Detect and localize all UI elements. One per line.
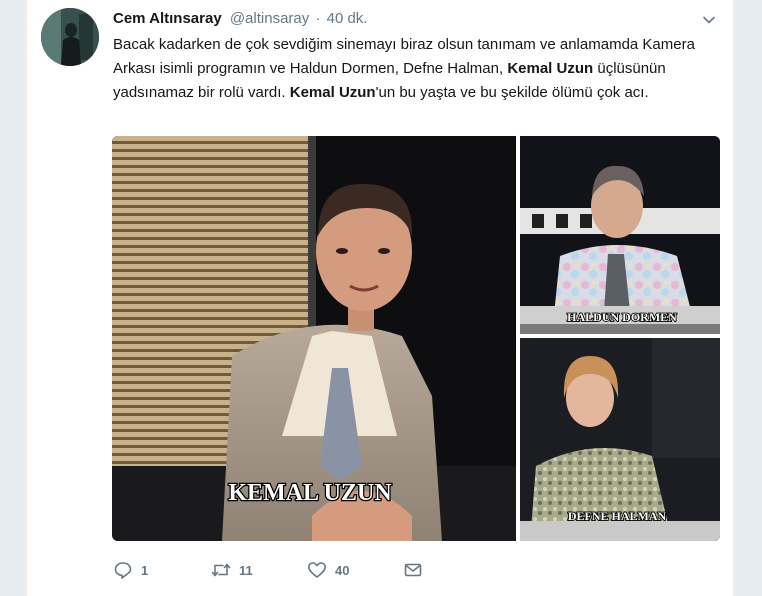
message-button[interactable]	[403, 558, 423, 582]
tweet-text: Bacak kadarken de çok sevdiğim sinemayı …	[113, 36, 695, 101]
author-name[interactable]: Cem Altınsaray	[113, 10, 222, 27]
caption-kemal-uzun: KEMAL UZUN	[228, 480, 392, 506]
caption-haldun-dormen: HALDUN DORMEN	[567, 310, 677, 324]
bold-name: Kemal Uzun	[507, 60, 594, 77]
tweet-media[interactable]: KEMAL UZUN HALDUN DORMEN DEFNE HALMAN	[112, 136, 720, 541]
haldun-dormen-photo	[520, 136, 720, 334]
retweet-button[interactable]: 11	[211, 558, 253, 582]
tweet-card[interactable]: Cem Altınsaray @altinsaray · 40 dk. Baca…	[26, 0, 734, 596]
separator: ·	[315, 10, 321, 27]
envelope-icon	[404, 563, 422, 577]
bold-name: Kemal Uzun	[289, 84, 376, 101]
retweet-icon	[211, 563, 231, 577]
author-handle[interactable]: @altinsaray	[230, 10, 309, 27]
heart-icon	[308, 562, 326, 578]
caption-defne-halman: DEFNE HALMAN	[568, 509, 667, 523]
tweet-header: Cem Altınsaray @altinsaray · 40 dk.	[113, 9, 367, 29]
reply-button[interactable]: 1	[113, 558, 148, 582]
chevron-down-icon[interactable]	[701, 12, 717, 28]
timestamp[interactable]: 40 dk.	[327, 10, 368, 27]
reply-count: 1	[141, 562, 149, 578]
like-button[interactable]: 40	[307, 558, 349, 582]
like-count: 40	[335, 562, 350, 578]
avatar[interactable]	[41, 8, 99, 66]
reply-icon	[114, 562, 132, 579]
retweet-count: 11	[239, 562, 253, 578]
